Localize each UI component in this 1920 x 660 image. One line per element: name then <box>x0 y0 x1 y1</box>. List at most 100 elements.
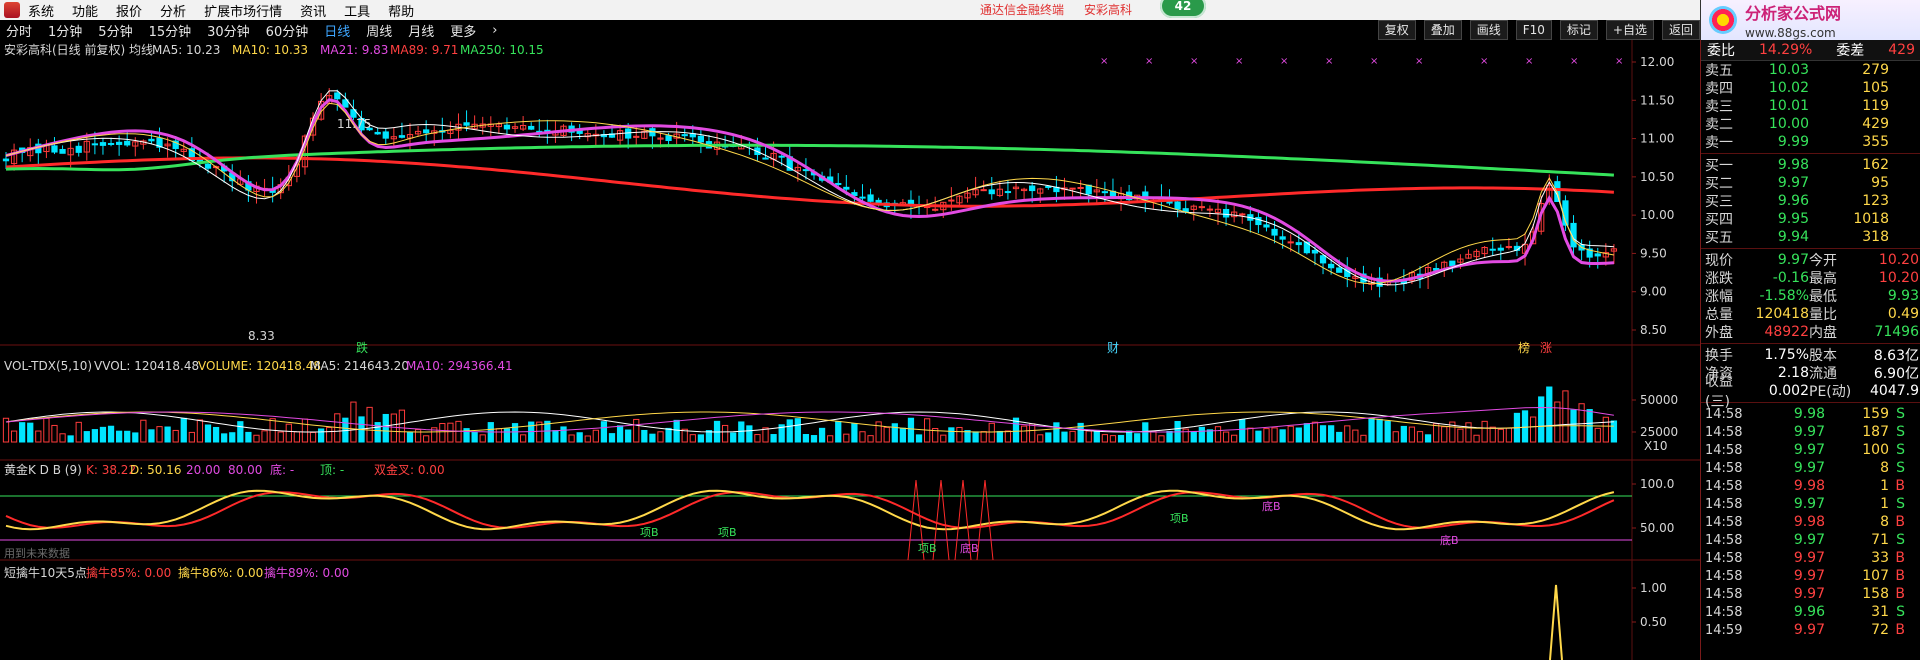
deal-row[interactable]: 14:58 9.98 8 B <box>1701 513 1920 531</box>
event-marker-a[interactable]: 跌 <box>356 340 368 355</box>
deal-row[interactable]: 14:58 9.98 1 B <box>1701 477 1920 495</box>
menu-item-extended-market[interactable]: 扩展市场行情 <box>204 1 282 20</box>
event-marker-c[interactable]: 榜 <box>1518 340 1530 355</box>
candle-body <box>1497 247 1504 251</box>
price-low-mark: 8.33 <box>248 329 275 343</box>
stat2-v1: 0.002 <box>1768 383 1809 399</box>
candle-body <box>374 131 381 135</box>
short-a: 擒牛85%: 0.00 <box>86 565 171 580</box>
candle-body <box>1271 228 1278 236</box>
deal-row[interactable]: 14:58 9.96 31 S <box>1701 603 1920 621</box>
candle-body <box>762 157 769 160</box>
deal-row[interactable]: 14:58 9.98 159 S <box>1701 405 1920 423</box>
menu-item-news[interactable]: 资讯 <box>300 1 326 20</box>
volume-bar <box>245 431 252 443</box>
stat-k1: 总量 <box>1705 307 1733 323</box>
volume-bar <box>1392 431 1399 443</box>
ask-label: 卖四 <box>1705 81 1733 97</box>
volume-bar <box>770 434 777 443</box>
candle-body <box>124 140 131 146</box>
short-axis-label-1: 0.50 <box>1640 615 1667 629</box>
candle-body <box>932 208 939 211</box>
deal-row[interactable]: 14:58 9.97 1 S <box>1701 495 1920 513</box>
ma89-label: MA89: 9.71 <box>390 43 458 57</box>
menu-item-function[interactable]: 功能 <box>72 1 98 20</box>
overlay-button[interactable]: 叠加 <box>1423 20 1462 40</box>
divider <box>1701 343 1920 344</box>
deal-row[interactable]: 14:58 9.97 187 S <box>1701 423 1920 441</box>
ma21-label: MA21: 9.83 <box>320 43 388 57</box>
f10-button[interactable]: F10 <box>1515 20 1552 40</box>
tf-daily[interactable]: 日线 <box>324 21 350 40</box>
deal-price: 9.97 <box>1793 586 1825 602</box>
tick-deals[interactable]: 14:58 9.98 159 S 14:58 9.97 187 S 14:58 9.97 100 S 1… <box>1701 405 1920 639</box>
ask-volume: 105 <box>1862 80 1889 96</box>
deal-row[interactable]: 14:58 9.97 71 S <box>1701 531 1920 549</box>
top-marker: × <box>1415 56 1423 67</box>
deal-row[interactable]: 14:58 9.97 107 B <box>1701 567 1920 585</box>
top-marker: × <box>1100 56 1108 67</box>
back-button[interactable]: 返回 <box>1661 20 1700 40</box>
event-marker-d[interactable]: 涨 <box>1540 340 1552 355</box>
adjust-button[interactable]: 复权 <box>1377 20 1416 40</box>
candle-body <box>1279 236 1286 240</box>
ask-volume: 119 <box>1862 98 1889 114</box>
volume-bar <box>1117 434 1125 443</box>
price-axis-label-0: 12.00 <box>1640 55 1674 69</box>
tf-monthly[interactable]: 月线 <box>408 21 434 40</box>
tf-1min[interactable]: 1分钟 <box>48 21 82 40</box>
mark-button[interactable]: 标记 <box>1559 20 1598 40</box>
volume-bar <box>754 434 761 443</box>
bid-row: 买五 9.94 318 <box>1701 228 1920 246</box>
volume-bar <box>730 432 737 443</box>
tf-weekly[interactable]: 周线 <box>366 21 392 40</box>
deal-volume: 72 <box>1871 622 1889 638</box>
kdb-note: 用到未来数据 <box>4 546 70 560</box>
candle-body <box>2 158 10 162</box>
menu-item-system[interactable]: 系统 <box>28 1 54 20</box>
tf-intraday[interactable]: 分时 <box>6 21 32 40</box>
deal-row[interactable]: 14:58 9.97 8 S <box>1701 459 1920 477</box>
stat-k1: 外盘 <box>1705 325 1733 341</box>
order-ratio-value: 14.29% <box>1758 42 1813 58</box>
add-watch-button[interactable]: +自选 <box>1605 20 1654 40</box>
tf-60min[interactable]: 60分钟 <box>266 21 309 40</box>
deal-side: B <box>1895 586 1905 602</box>
volume-bar <box>1360 434 1367 443</box>
deal-time: 14:58 <box>1705 496 1743 512</box>
volume-bar <box>1602 416 1609 443</box>
deal-price: 9.97 <box>1793 442 1825 458</box>
tf-more[interactable]: 更多 <box>450 21 476 40</box>
volume-bar <box>794 418 801 443</box>
tf-30min[interactable]: 30分钟 <box>207 21 250 40</box>
menu-item-tools[interactable]: 工具 <box>344 1 370 20</box>
volume-bar <box>689 434 696 443</box>
candle-body <box>778 155 785 158</box>
menu-item-analysis[interactable]: 分析 <box>160 1 186 20</box>
volume-bar <box>891 423 898 443</box>
vol-volume: VOLUME: 120418.48 <box>198 359 321 373</box>
deal-row[interactable]: 14:58 9.97 100 S <box>1701 441 1920 459</box>
tf-5min[interactable]: 5分钟 <box>98 21 132 40</box>
deal-time: 14:58 <box>1705 406 1743 422</box>
candle-body <box>1085 184 1092 195</box>
volume-bar <box>1538 396 1545 443</box>
draw-button[interactable]: 画线 <box>1469 20 1508 40</box>
menu-item-help[interactable]: 帮助 <box>388 1 414 20</box>
menu-item-quote[interactable]: 报价 <box>116 1 142 20</box>
chart-area[interactable]: 安彩高科(日线 前复权) 均线 MA5: 10.23 MA10: 10.33 M… <box>0 40 1700 660</box>
deal-row[interactable]: 14:59 9.97 72 B <box>1701 621 1920 639</box>
speed-badge[interactable]: 42 <box>1160 0 1206 18</box>
volume-bar <box>35 430 42 443</box>
event-marker-b[interactable]: 财 <box>1107 341 1119 355</box>
more-arrow-icon[interactable]: › <box>492 23 497 38</box>
vol-layer <box>2 386 1618 443</box>
volume-bar <box>883 426 890 443</box>
deal-row[interactable]: 14:58 9.97 158 B <box>1701 585 1920 603</box>
top-marker: × <box>1190 56 1198 67</box>
deal-row[interactable]: 14:58 9.97 33 B <box>1701 549 1920 567</box>
deal-time: 14:58 <box>1705 604 1743 620</box>
volume-bar <box>1344 425 1351 443</box>
tf-15min[interactable]: 15分钟 <box>149 21 192 40</box>
deal-volume: 33 <box>1871 550 1889 566</box>
